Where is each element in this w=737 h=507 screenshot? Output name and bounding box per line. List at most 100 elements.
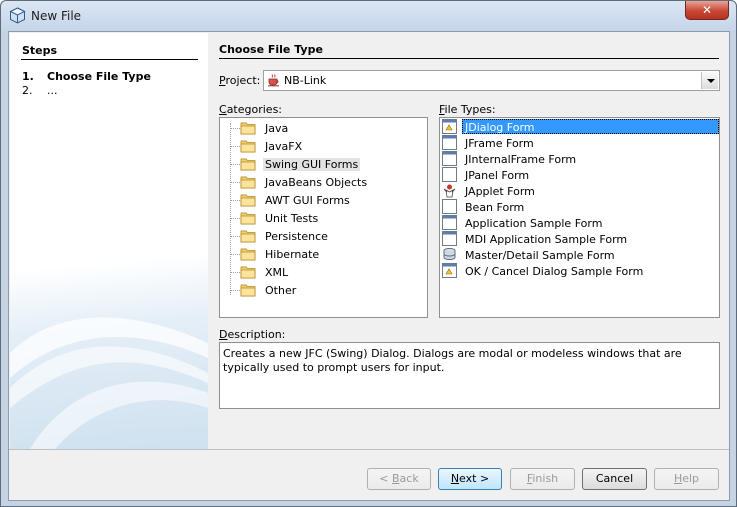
file-type-item[interactable]: JApplet Form — [440, 183, 719, 199]
steps-panel: Steps 1. Choose File Type 2.... — [10, 33, 208, 449]
category-item[interactable]: JavaFX — [220, 137, 420, 155]
back-button[interactable]: < Back — [367, 468, 431, 490]
panel-form-icon — [442, 167, 457, 182]
folder-icon — [240, 210, 256, 226]
file-type-item[interactable]: JFrame Form — [440, 135, 719, 151]
project-combobox[interactable]: NB-Link — [263, 70, 720, 91]
category-item[interactable]: XML — [220, 263, 420, 281]
finish-button[interactable]: Finish — [510, 468, 575, 490]
mdi-form-icon — [442, 231, 457, 246]
category-item[interactable]: Other — [220, 281, 420, 299]
file-type-item[interactable]: JInternalFrame Form — [440, 151, 719, 167]
tree-connector — [231, 272, 240, 273]
folder-icon — [240, 282, 256, 298]
category-item[interactable]: Unit Tests — [220, 209, 420, 227]
category-item[interactable]: JavaBeans Objects — [220, 173, 420, 191]
netbeans-cube-icon — [9, 7, 26, 24]
dialog-form-icon — [442, 119, 457, 134]
category-label: JavaBeans Objects — [265, 176, 368, 189]
java-coffee-cup-icon — [268, 74, 279, 87]
cancel-button[interactable]: Cancel — [582, 468, 647, 490]
file-type-item[interactable]: Master/Detail Sample Form — [440, 247, 719, 263]
description-label: Description: — [219, 328, 286, 341]
tree-connector — [231, 218, 240, 219]
window-title: New File — [31, 9, 82, 23]
tree-connector — [231, 290, 240, 291]
section-divider — [219, 58, 719, 59]
category-item[interactable]: Swing GUI Forms — [220, 155, 420, 173]
category-item[interactable]: AWT GUI Forms — [220, 191, 420, 209]
ok-cancel-dialog-icon — [442, 263, 457, 278]
category-item[interactable]: Java — [220, 119, 420, 137]
title-bar[interactable]: New File ✕ — [1, 1, 736, 31]
close-icon: ✕ — [701, 3, 713, 17]
new-file-dialog: New File ✕ Steps 1. Choose File Type 2...… — [0, 0, 737, 507]
folder-icon — [240, 228, 256, 244]
application-form-icon — [442, 215, 457, 230]
file-type-item[interactable]: Application Sample Form — [440, 215, 719, 231]
folder-icon — [240, 156, 256, 172]
categories-label: Categories: — [219, 103, 283, 116]
internal-frame-form-icon — [442, 151, 457, 166]
file-type-item[interactable]: OK / Cancel Dialog Sample Form — [440, 263, 719, 279]
folder-icon — [240, 246, 256, 262]
section-title: Choose File Type — [219, 43, 323, 56]
project-label: Project: — [219, 74, 261, 87]
folder-icon — [240, 120, 256, 136]
dialog-body: Steps 1. Choose File Type 2.... Choose Fi… — [8, 31, 730, 501]
file-types-list[interactable]: JDialog Form JFrame Form JInternalFrame Fo… — [439, 117, 720, 318]
category-label: Other — [265, 284, 297, 297]
next-button[interactable]: Next > — [438, 468, 502, 490]
applet-form-icon — [442, 183, 457, 198]
category-label: Java — [265, 122, 289, 135]
file-type-item[interactable]: MDI Application Sample Form — [440, 231, 719, 247]
close-button[interactable]: ✕ — [685, 1, 729, 20]
file-type-label: Application Sample Form — [465, 217, 603, 230]
frame-form-icon — [442, 135, 457, 150]
tree-connector — [231, 236, 240, 237]
file-type-label: JDialog Form — [462, 119, 719, 134]
steps-divider — [21, 59, 198, 60]
file-type-label: JInternalFrame Form — [465, 153, 577, 166]
file-type-item[interactable]: Bean Form — [440, 199, 719, 215]
file-type-item[interactable]: JPanel Form — [440, 167, 719, 183]
step-1-label: Choose File Type — [47, 70, 151, 83]
file-types-label: File Types: — [439, 103, 496, 116]
folder-icon — [240, 264, 256, 280]
file-type-label: JPanel Form — [465, 169, 530, 182]
tree-connector — [231, 164, 240, 165]
category-label: XML — [265, 266, 289, 279]
category-label: Hibernate — [265, 248, 320, 261]
file-type-label: OK / Cancel Dialog Sample Form — [465, 265, 644, 278]
tree-connector — [231, 182, 240, 183]
file-type-label: JApplet Form — [465, 185, 535, 198]
categories-list[interactable]: Java JavaFX Swing GUI Forms JavaBeans Objec… — [219, 117, 428, 318]
project-value: NB-Link — [284, 74, 327, 87]
file-type-label: JFrame Form — [465, 137, 534, 150]
file-type-item[interactable]: JDialog Form — [440, 119, 719, 135]
category-item[interactable]: Hibernate — [220, 245, 420, 263]
description-text: Creates a new JFC (Swing) Dialog. Dialog… — [219, 342, 720, 409]
category-label: Unit Tests — [265, 212, 319, 225]
file-type-label: Master/Detail Sample Form — [465, 249, 615, 262]
category-label: Swing GUI Forms — [263, 158, 361, 171]
step-1: 1. Choose File Type — [22, 70, 151, 83]
chevron-down-icon[interactable] — [701, 72, 718, 89]
decorative-swoosh — [10, 317, 208, 449]
folder-icon — [240, 192, 256, 208]
step-2: 2.... — [22, 84, 58, 97]
tree-connector — [231, 254, 240, 255]
tree-connector — [231, 146, 240, 147]
folder-icon — [240, 174, 256, 190]
category-label: Persistence — [265, 230, 328, 243]
steps-title: Steps — [22, 44, 58, 57]
database-form-icon — [442, 247, 457, 262]
file-type-label: MDI Application Sample Form — [465, 233, 628, 246]
tree-connector — [231, 128, 240, 129]
file-type-label: Bean Form — [465, 201, 525, 214]
category-item[interactable]: Persistence — [220, 227, 420, 245]
help-button[interactable]: Help — [654, 468, 719, 490]
tree-connector — [231, 200, 240, 201]
folder-icon — [240, 138, 256, 154]
bean-form-icon — [442, 199, 457, 214]
